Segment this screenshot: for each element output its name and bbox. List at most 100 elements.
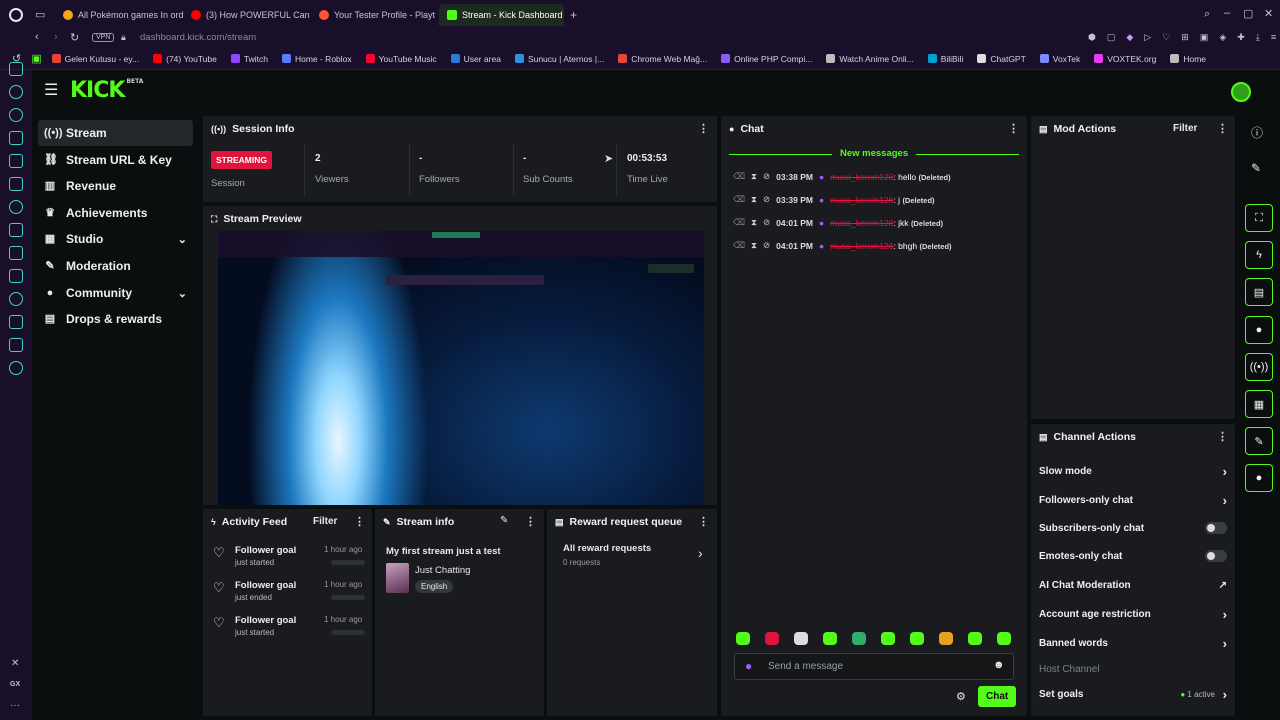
sidebar-item-achievements[interactable]: ♛ Achievements: [38, 200, 193, 226]
url-field[interactable]: dashboard.kick.com/stream: [140, 32, 256, 43]
community-tool-button[interactable]: ●: [1245, 464, 1273, 492]
heart-icon[interactable]: ♡: [1162, 32, 1170, 43]
apps-icon[interactable]: [9, 177, 23, 191]
opera-logo-icon[interactable]: [9, 8, 23, 22]
delete-icon[interactable]: ⌫: [733, 217, 745, 228]
ban-icon[interactable]: ⊘: [763, 217, 770, 228]
chat-username[interactable]: musa_kerem126: [830, 172, 893, 182]
bookmark-item[interactable]: Sunucu | Aternos |...: [514, 54, 604, 64]
emote-icon[interactable]: [794, 632, 808, 645]
browser-tab[interactable]: All Pokémon games In orde: [55, 4, 183, 26]
mod-actions-filter-button[interactable]: Filter: [1173, 123, 1197, 134]
channel-action-slow-mode[interactable]: Slow mode ›: [1039, 464, 1227, 479]
reload-icon[interactable]: ↻: [70, 31, 79, 44]
sidebar-item-revenue[interactable]: ▥ Revenue: [38, 173, 193, 199]
chat-send-button[interactable]: Chat: [978, 686, 1017, 707]
chat-tool-button[interactable]: ●: [1245, 316, 1273, 344]
microphone-icon[interactable]: ●: [745, 659, 752, 673]
channel-action-subscribers-only-chat[interactable]: Subscribers-only chat: [1039, 522, 1227, 534]
extensions-sidebar-icon[interactable]: [9, 338, 23, 352]
gx-icon[interactable]: GX: [10, 681, 20, 688]
download-icon[interactable]: ⤓: [1256, 32, 1260, 43]
ban-icon[interactable]: ⊘: [763, 240, 770, 251]
downloads-icon[interactable]: [9, 315, 23, 329]
settings-icon[interactable]: [9, 361, 23, 375]
activity-menu-icon[interactable]: ⋮: [354, 515, 365, 528]
maximize-icon[interactable]: ▢: [1243, 7, 1253, 20]
hamburger-menu-icon[interactable]: ☰: [44, 83, 58, 99]
bookmark-item[interactable]: VOXTEK.org: [1094, 54, 1156, 64]
edit-icon[interactable]: ✎: [500, 515, 508, 526]
sidebar-item-moderation[interactable]: ✎ Moderation: [38, 253, 193, 279]
emote-icon[interactable]: [881, 632, 895, 645]
kick-logo[interactable]: KICK BETA: [70, 78, 143, 103]
emote-icon[interactable]: [939, 632, 953, 645]
extension-icon[interactable]: ⬢: [1088, 32, 1096, 43]
chat-username[interactable]: musa_kerem126: [830, 241, 893, 251]
ban-icon[interactable]: ⊘: [763, 171, 770, 182]
emoji-icon[interactable]: ☻: [993, 659, 1005, 671]
mod-actions-menu-icon[interactable]: ⋮: [1217, 122, 1228, 135]
session-menu-icon[interactable]: ⋮: [698, 122, 709, 135]
bookmark-item[interactable]: ChatGPT: [977, 54, 1026, 64]
timeout-icon[interactable]: ⧗: [751, 171, 757, 182]
channel-action-banned-words[interactable]: Banned words ›: [1039, 636, 1227, 651]
channel-action-ai-chat-moderation[interactable]: AI Chat Moderation ↗: [1039, 580, 1227, 591]
vpn-badge[interactable]: VPN: [92, 33, 115, 42]
close-icon[interactable]: ✕: [1264, 7, 1273, 20]
battery-icon[interactable]: [9, 269, 23, 283]
player-icon[interactable]: [9, 131, 23, 145]
layout-tool-button[interactable]: ▦: [1245, 390, 1273, 418]
channel-action-set-goals[interactable]: Set goals › ● 1 active: [1039, 687, 1227, 702]
tab-overview-icon[interactable]: ▭: [35, 8, 45, 21]
bookmark-item[interactable]: Online PHP Compi...: [721, 54, 812, 64]
bookmark-item[interactable]: VoxTek: [1039, 54, 1080, 64]
chat-menu-icon[interactable]: ⋮: [1008, 122, 1019, 135]
sidebar-item-drops-rewards[interactable]: ▤ Drops & rewards: [38, 306, 193, 332]
toggle-switch[interactable]: [1205, 550, 1227, 562]
minimize-icon[interactable]: –: [1224, 7, 1230, 19]
sidebar-item-stream[interactable]: ((•)) Stream: [38, 120, 193, 146]
snapshot-icon[interactable]: ▢: [1107, 32, 1116, 43]
whatsapp-icon[interactable]: [9, 85, 23, 99]
puzzle-icon[interactable]: ✚: [1237, 32, 1245, 43]
browser-tab[interactable]: (3) How POWERFUL Can: [183, 4, 311, 26]
back-icon[interactable]: ‹: [35, 31, 39, 43]
reward-menu-icon[interactable]: ⋮: [698, 515, 709, 528]
notes-tool-button[interactable]: ▤: [1245, 278, 1273, 306]
stream-info-menu-icon[interactable]: ⋮: [525, 515, 536, 528]
emote-icon[interactable]: [823, 632, 837, 645]
sidebar-item-community[interactable]: ● Community ⌄: [38, 280, 193, 306]
channel-action-host-channel[interactable]: Host Channel: [1039, 664, 1227, 675]
all-reward-requests-link[interactable]: All reward requests 0 requests ›: [563, 543, 709, 571]
ban-icon[interactable]: ⊘: [763, 194, 770, 205]
sidebar-item-stream-url-key[interactable]: ⛓ Stream URL & Key: [38, 147, 193, 173]
delete-icon[interactable]: ⌫: [733, 240, 745, 251]
play-icon[interactable]: ▷: [1144, 32, 1151, 43]
notes-icon[interactable]: [9, 223, 23, 237]
toggle-switch[interactable]: [1205, 522, 1227, 534]
channel-action-emotes-only-chat[interactable]: Emotes-only chat: [1039, 550, 1227, 562]
channel-action-followers-only-chat[interactable]: Followers-only chat ›: [1039, 493, 1227, 508]
bookmark-item[interactable]: YouTube Music: [365, 54, 437, 64]
wallet-icon[interactable]: ▣: [1200, 32, 1209, 43]
shield-icon[interactable]: ◆: [1126, 32, 1133, 43]
bookmark-item[interactable]: User area: [450, 54, 501, 64]
bookmark-item[interactable]: (74) YouTube: [153, 54, 217, 64]
activity-filter-button[interactable]: Filter: [313, 516, 337, 527]
emote-icon[interactable]: [765, 632, 779, 645]
pin-icon[interactable]: [9, 246, 23, 260]
timeout-icon[interactable]: ⧗: [751, 240, 757, 251]
timeout-icon[interactable]: ⧗: [751, 217, 757, 228]
focus-tool-button[interactable]: ⛶: [1245, 204, 1273, 232]
quick-action-tool-button[interactable]: ϟ: [1245, 241, 1273, 269]
delete-icon[interactable]: ⌫: [733, 171, 745, 182]
chat-username[interactable]: musa_kerem126: [830, 218, 893, 228]
history-icon[interactable]: [9, 292, 23, 306]
heart-sidebar-icon[interactable]: [9, 200, 23, 214]
category-name[interactable]: Just Chatting: [415, 565, 470, 576]
avatar[interactable]: [1231, 82, 1251, 102]
cube-icon[interactable]: ◈: [1219, 32, 1226, 43]
telegram-icon[interactable]: [9, 108, 23, 122]
emote-icon[interactable]: [852, 632, 866, 645]
